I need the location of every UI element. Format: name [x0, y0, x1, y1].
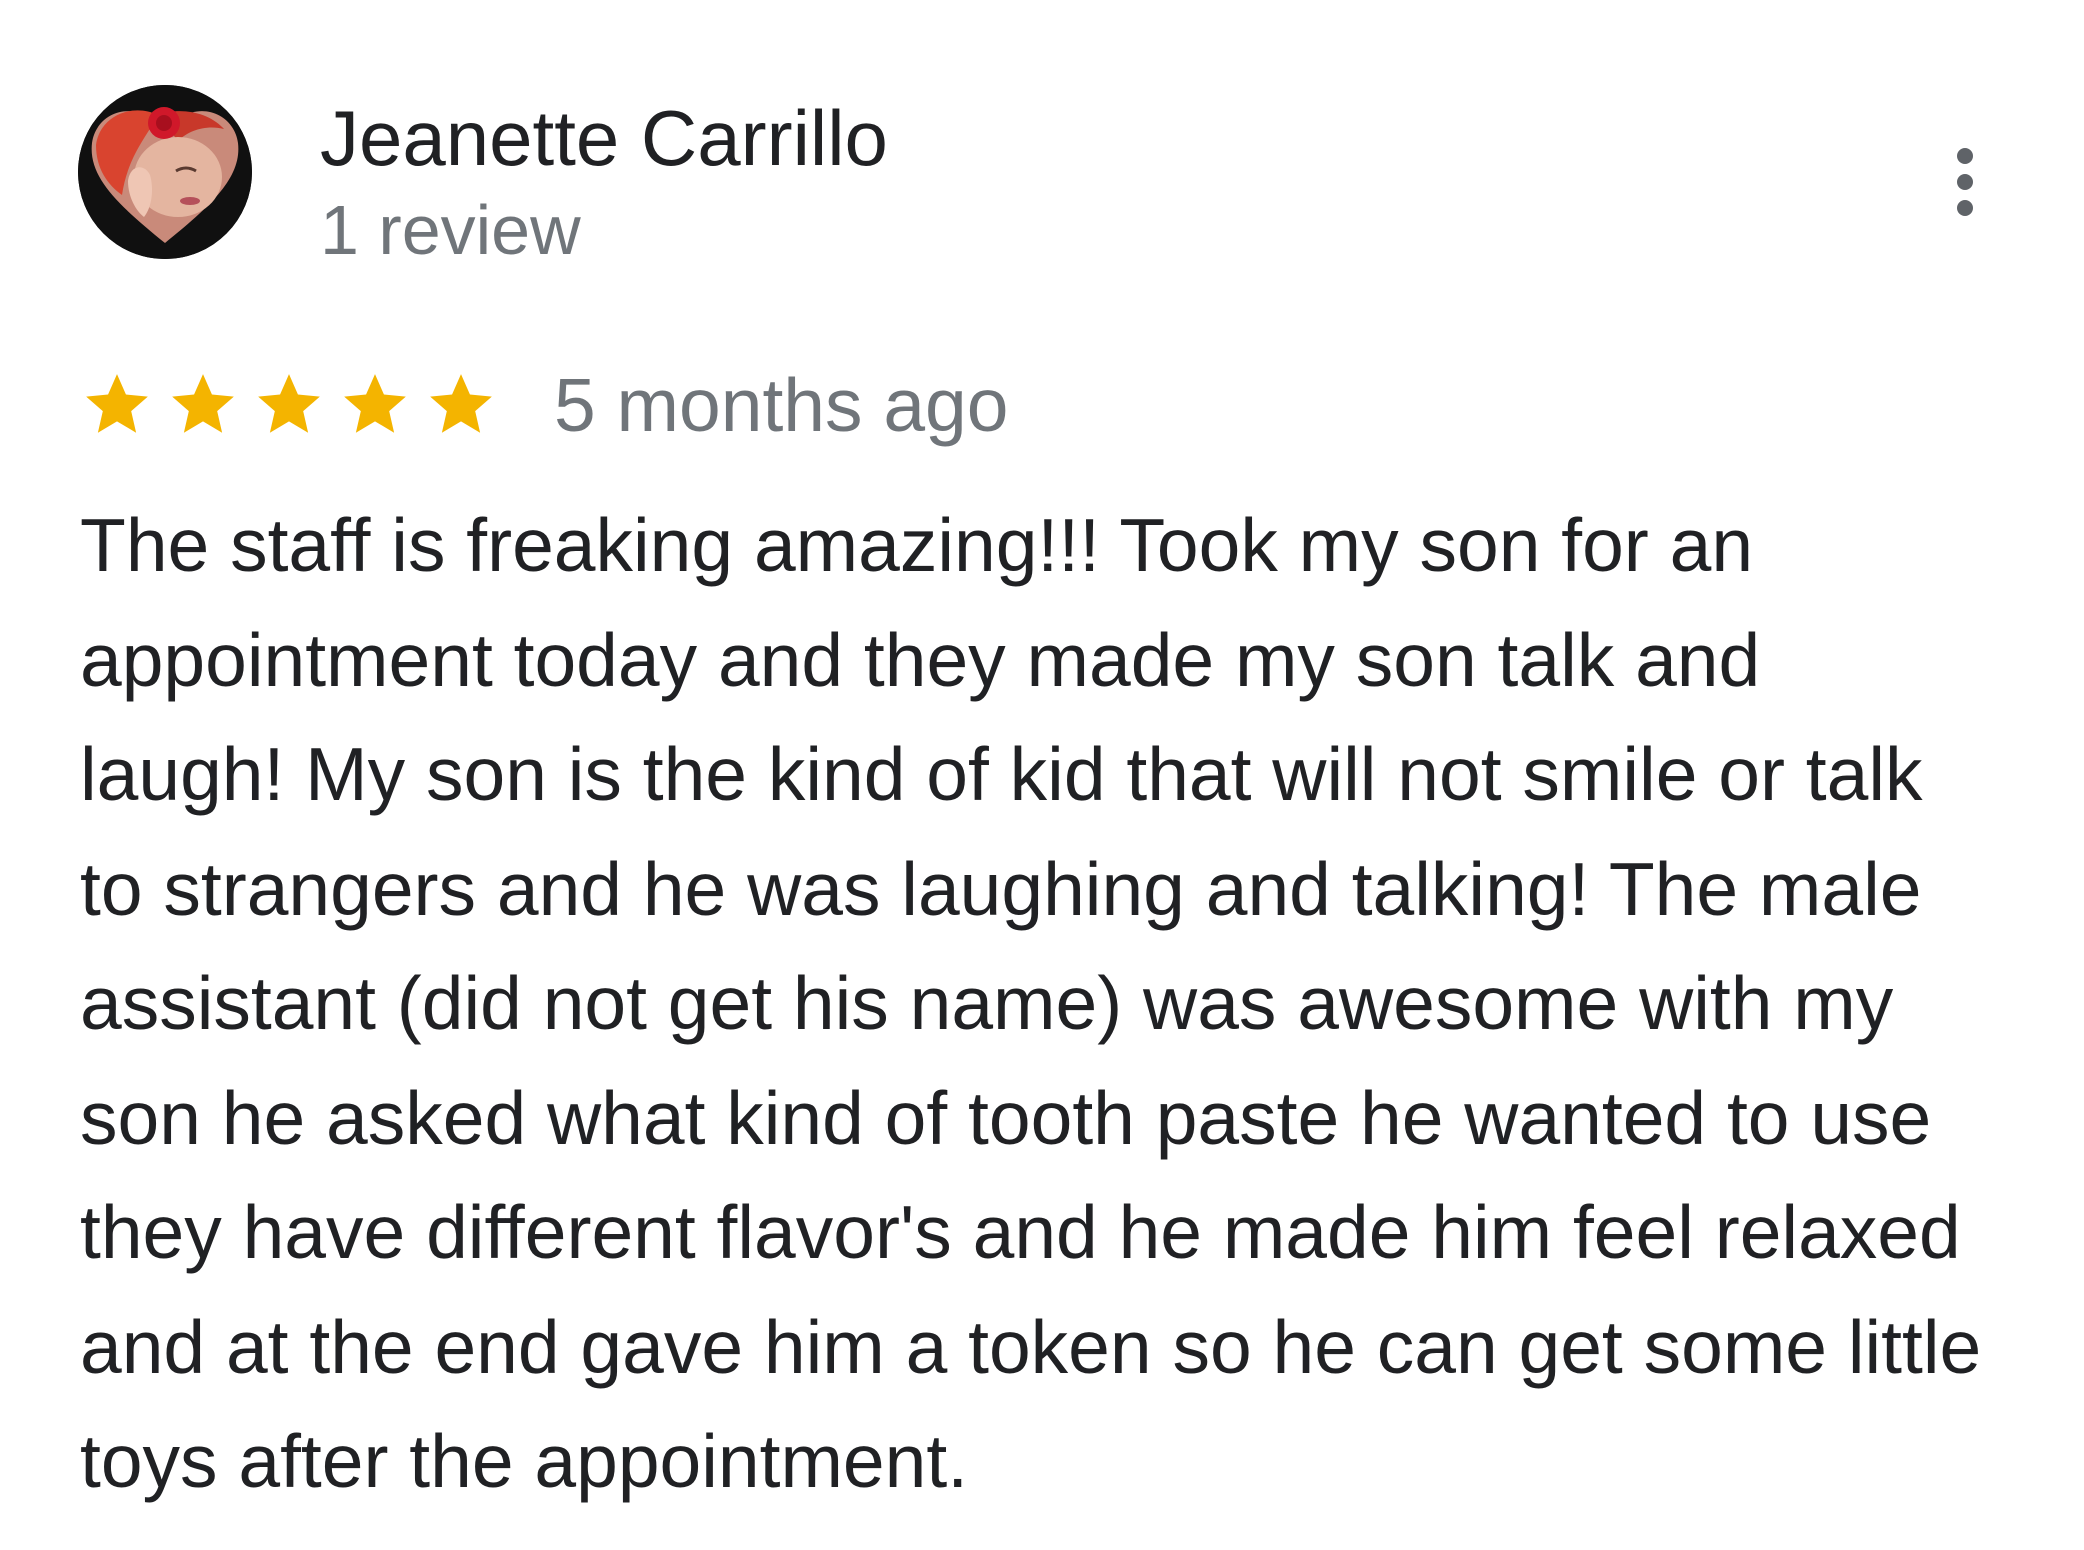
review-text-line: laugh! My son is the kind of kid that wi… [80, 732, 1923, 816]
rating-row: 5 months ago [80, 360, 1008, 450]
review-text-line: toys after the appointment. [80, 1419, 969, 1503]
review-card: Jeanette Carrillo 1 review 5 months ago … [0, 0, 2084, 1550]
star-icon [424, 368, 498, 442]
avatar[interactable] [78, 85, 252, 259]
author-name[interactable]: Jeanette Carrillo [320, 92, 888, 184]
review-text-line: and at the end gave him a token so he ca… [80, 1304, 1982, 1389]
review-text-line: they have different flavor's and he made… [80, 1190, 1961, 1274]
more-vert-icon-dot [1957, 174, 1973, 190]
author-review-count[interactable]: 1 review [320, 188, 581, 272]
review-text-line: appointment today and they made my son t… [80, 617, 1761, 702]
review-date: 5 months ago [554, 363, 1009, 447]
star-icon [80, 368, 154, 442]
review-text: The staff is freaking amazing!!! Took my… [80, 488, 2070, 1519]
review-text-line: son he asked what kind of tooth paste he… [80, 1075, 1932, 1160]
more-vert-icon [1957, 148, 1973, 164]
review-text-line: The staff is freaking amazing!!! Took my… [80, 503, 1754, 587]
review-text-line: to strangers and he was laughing and tal… [80, 846, 1922, 931]
star-icon [166, 368, 240, 442]
star-rating [80, 368, 510, 442]
review-text-line: assistant (did not get his name) was awe… [80, 961, 1894, 1045]
avatar-image [78, 85, 252, 259]
more-options-button[interactable] [1930, 140, 2000, 224]
star-icon [252, 368, 326, 442]
more-vert-icon-dot [1957, 200, 1973, 216]
star-icon [338, 368, 412, 442]
